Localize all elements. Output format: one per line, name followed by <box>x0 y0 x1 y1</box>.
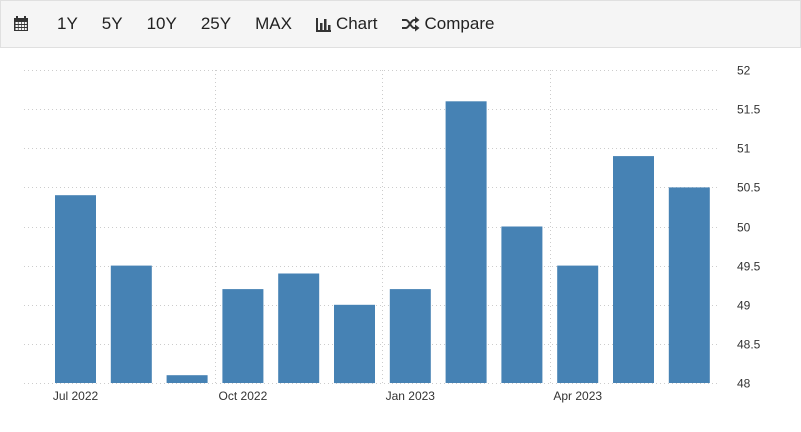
y-tick-label: 50.5 <box>737 181 761 195</box>
bar-nov-2022[interactable] <box>278 273 320 384</box>
y-tick-label: 50 <box>737 221 751 235</box>
bar-jan-2023[interactable] <box>389 289 431 383</box>
y-tick-label: 52 <box>737 64 751 78</box>
bar-oct-2022[interactable] <box>222 289 264 383</box>
range-max-button[interactable]: MAX <box>243 1 304 47</box>
range-1y-button[interactable]: 1Y <box>45 1 90 47</box>
x-tick-label: Apr 2023 <box>553 389 602 403</box>
bar-chart-icon <box>315 16 331 32</box>
x-tick-label: Oct 2022 <box>219 389 268 403</box>
chart-type-button[interactable]: Chart <box>304 1 390 47</box>
y-tick-label: 51 <box>737 142 751 156</box>
shuffle-icon <box>401 16 420 32</box>
y-tick-label: 48.5 <box>737 338 761 352</box>
y-tick-label: 48 <box>737 377 751 391</box>
bar-jun-2023[interactable] <box>668 187 710 383</box>
compare-button[interactable]: Compare <box>390 1 507 47</box>
range-10y-button[interactable]: 10Y <box>135 1 189 47</box>
range-25y-button[interactable]: 25Y <box>189 1 243 47</box>
y-tick-label: 49 <box>737 299 751 313</box>
bar-dec-2022[interactable] <box>334 304 375 384</box>
chart-type-label: Chart <box>335 14 378 33</box>
bar-jul-2022[interactable] <box>55 195 96 383</box>
bar-mar-2023[interactable] <box>501 226 543 384</box>
x-tick-label: Jan 2023 <box>386 389 436 403</box>
compare-label: Compare <box>424 14 495 33</box>
calendar-button[interactable] <box>1 1 45 47</box>
y-tick-label: 49.5 <box>737 260 761 274</box>
bar-apr-2023[interactable] <box>557 265 599 383</box>
chart-widget: 1Y 5Y 10Y 25Y MAX Chart Compare 52 51.5 … <box>0 0 801 432</box>
bar-chart: 52 51.5 51 50.5 50 49.5 49 48.5 48 Jul 2022 Oct 20… <box>24 64 761 403</box>
chart-area: 52 51.5 51 50.5 50 49.5 49 48.5 48 Jul 2022 Oct 20… <box>0 48 801 432</box>
toolbar: 1Y 5Y 10Y 25Y MAX Chart Compare <box>0 0 801 48</box>
bar-aug-2022[interactable] <box>110 265 152 383</box>
y-tick-label: 51.5 <box>737 103 761 117</box>
bar-feb-2023[interactable] <box>445 101 487 384</box>
bar-sep-2022[interactable] <box>166 375 208 383</box>
bar-may-2023[interactable] <box>613 156 654 383</box>
x-tick-label: Jul 2022 <box>53 389 99 403</box>
calendar-icon <box>13 16 29 32</box>
range-5y-button[interactable]: 5Y <box>90 1 135 47</box>
